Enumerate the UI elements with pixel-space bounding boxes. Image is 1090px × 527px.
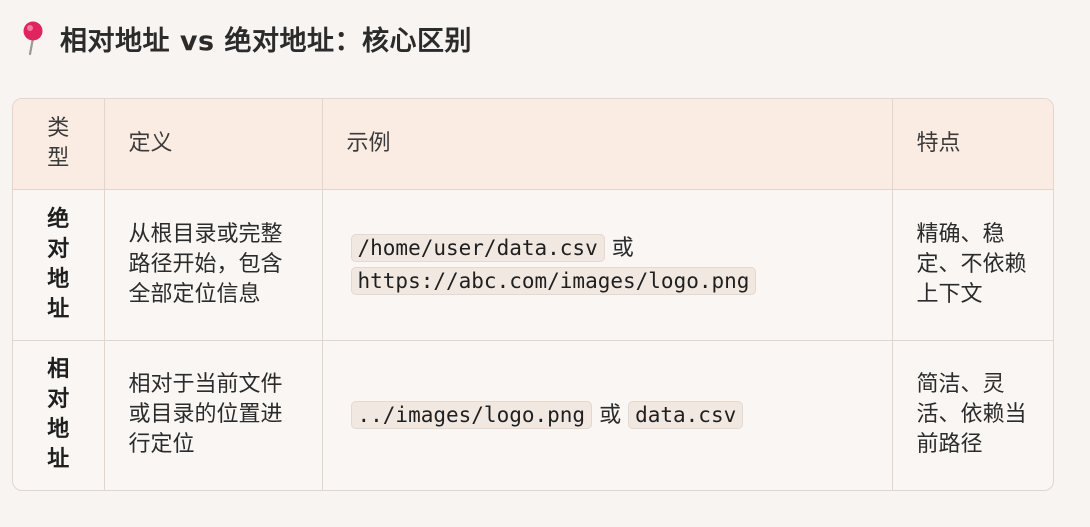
header-definition: 定义 <box>104 99 323 190</box>
row-feature: 精确、稳定、不依赖上下文 <box>892 189 1053 341</box>
table-header-row: 类型 定义 示例 特点 <box>13 99 1053 190</box>
comparison-table: 类型 定义 示例 特点 绝对地址 从根目录或完整路径开始，包含全部定位信息 /h… <box>12 98 1054 491</box>
code-snippet: ../images/logo.png <box>350 400 593 429</box>
or-text: 或 <box>599 402 622 428</box>
row-feature: 简洁、灵活、依赖当前路径 <box>916 372 1027 458</box>
code-snippet: /home/user/data.csv <box>350 233 605 262</box>
row-example: /home/user/data.csv 或 https://abc.com/im… <box>322 189 893 341</box>
header-feature: 特点 <box>892 99 1053 190</box>
row-type: 相对地址 <box>47 357 70 473</box>
or-text: 或 <box>611 235 634 261</box>
page-title: 相对地址 vs 绝对地址：核心区别 <box>60 25 472 57</box>
row-example: ../images/logo.png 或 data.csv <box>322 340 893 490</box>
row-type-cell: 绝对地址 <box>13 189 105 341</box>
table-row: 绝对地址 从根目录或完整路径开始，包含全部定位信息 /home/user/dat… <box>13 189 1053 341</box>
header-type: 类型 <box>13 99 105 190</box>
row-definition: 从根目录或完整路径开始，包含全部定位信息 <box>104 189 323 341</box>
code-snippet: https://abc.com/images/logo.png <box>350 266 757 295</box>
page-heading: 相对地址 vs 绝对地址：核心区别 <box>18 18 472 58</box>
table-row: 相对地址 相对于当前文件或目录的位置进行定位 ../images/logo.pn… <box>13 340 1053 490</box>
row-type: 绝对地址 <box>47 206 70 322</box>
header-example: 示例 <box>322 99 893 190</box>
row-type-cell: 相对地址 <box>13 340 105 490</box>
code-snippet: data.csv <box>628 400 744 429</box>
pushpin-icon <box>23 21 43 56</box>
row-definition: 相对于当前文件或目录的位置进行定位 <box>104 340 323 490</box>
